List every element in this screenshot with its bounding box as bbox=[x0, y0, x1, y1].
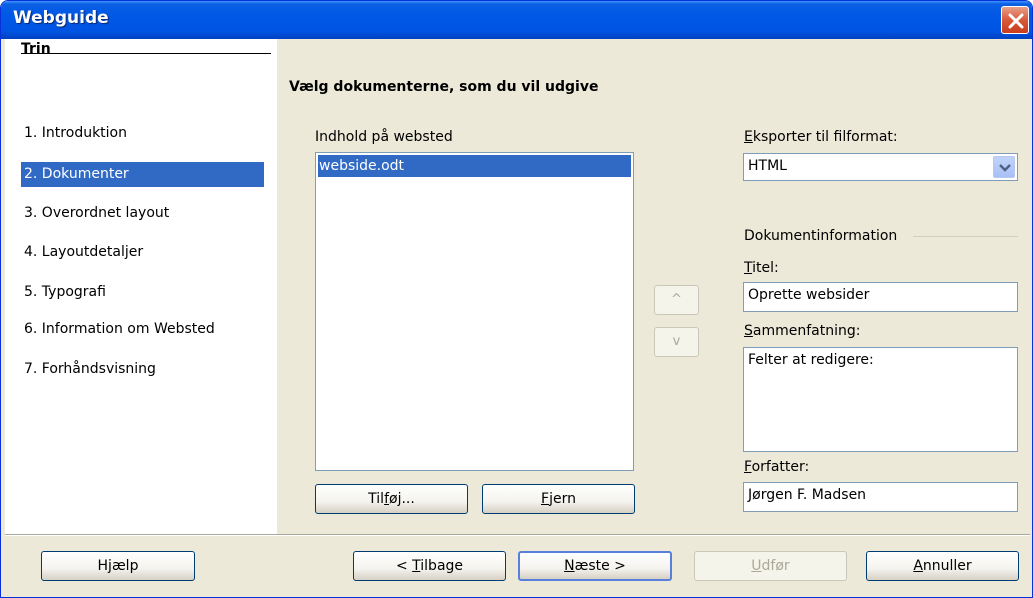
author-label-key: F bbox=[744, 459, 752, 475]
move-down-button[interactable]: v bbox=[654, 327, 699, 357]
author-label: Forfatter: bbox=[744, 459, 809, 475]
title-label-key: T bbox=[744, 260, 753, 276]
chevron-down-icon bbox=[999, 164, 1011, 172]
step-main-layout[interactable]: 3. Overordnet layout bbox=[21, 201, 264, 226]
page-title: Vælg dokumenterne, som du vil udgive bbox=[289, 79, 599, 95]
step-preview[interactable]: 7. Forhåndsvisning bbox=[21, 357, 264, 382]
cancel-button[interactable]: Annuller bbox=[866, 551, 1019, 581]
export-label-post: ksporter til filformat: bbox=[752, 129, 898, 145]
export-label-key: E bbox=[744, 129, 753, 145]
title-field[interactable]: Oprette websider bbox=[743, 282, 1018, 312]
document-info-label: Dokumentinformation bbox=[744, 228, 898, 244]
next-label-key: N bbox=[564, 558, 575, 574]
remove-label-post: jern bbox=[549, 491, 576, 507]
step-introduction[interactable]: 1. Introduktion bbox=[21, 121, 264, 146]
chevron-down-icon: v bbox=[672, 334, 681, 349]
document-list[interactable]: webside.odt bbox=[315, 152, 634, 471]
export-format-value: HTML bbox=[748, 158, 787, 174]
steps-header: Trin bbox=[21, 41, 51, 57]
step-layout-details[interactable]: 4. Layoutdetaljer bbox=[21, 240, 264, 265]
finish-button[interactable]: Udfør bbox=[694, 551, 847, 581]
move-up-button[interactable]: ^ bbox=[654, 285, 699, 315]
content-label: Indhold på websted bbox=[315, 129, 453, 145]
list-item[interactable]: webside.odt bbox=[318, 155, 631, 177]
summary-label: Sammenfatning: bbox=[744, 323, 860, 339]
document-info-divider bbox=[913, 236, 1018, 237]
chevron-up-icon: ^ bbox=[671, 292, 682, 307]
webguide-dialog: Webguide Trin 1. Introduktion 2. Dokumen… bbox=[0, 0, 1033, 598]
title-bar[interactable]: Webguide bbox=[1, 1, 1032, 39]
next-label-post: æste > bbox=[574, 558, 626, 574]
back-label-post: ilbage bbox=[420, 558, 464, 574]
export-format-label: Eksporter til filformat: bbox=[744, 129, 898, 145]
author-label-post: orfatter: bbox=[751, 459, 810, 475]
steps-divider bbox=[21, 53, 271, 54]
back-button[interactable]: < Tilbage bbox=[353, 551, 506, 581]
help-button[interactable]: Hjælp bbox=[41, 551, 195, 581]
help-label-pre: H bbox=[97, 558, 109, 574]
summary-label-post: ammenfatning: bbox=[752, 323, 861, 339]
add-document-button[interactable]: Tilføj... bbox=[315, 484, 468, 514]
step-typography[interactable]: 5. Typografi bbox=[21, 280, 264, 305]
step-documents[interactable]: 2. Dokumenter bbox=[21, 162, 264, 187]
finish-label-key: U bbox=[751, 558, 762, 574]
summary-label-key: S bbox=[744, 323, 753, 339]
export-format-select[interactable]: HTML bbox=[743, 153, 1018, 181]
remove-label-key: F bbox=[541, 491, 550, 507]
cancel-label-post: nnuller bbox=[922, 558, 972, 574]
author-field[interactable]: Jørgen F. Madsen bbox=[743, 482, 1018, 512]
close-button[interactable] bbox=[1001, 6, 1029, 34]
dropdown-button[interactable] bbox=[993, 156, 1015, 178]
close-icon bbox=[1008, 13, 1024, 29]
window-title: Webguide bbox=[13, 8, 109, 28]
step-site-information[interactable]: 6. Information om Websted bbox=[21, 317, 264, 342]
add-label-post: øj... bbox=[389, 491, 415, 507]
summary-textarea[interactable]: Felter at redigere: bbox=[743, 347, 1018, 452]
cancel-label-key: A bbox=[913, 558, 923, 574]
title-label: Titel: bbox=[744, 260, 779, 276]
title-label-post: itel: bbox=[752, 260, 779, 276]
add-label-pre: Til bbox=[368, 491, 385, 507]
help-label-post: ælp bbox=[111, 558, 139, 574]
finish-label-post: dfør bbox=[761, 558, 790, 574]
back-label-pre: < bbox=[395, 558, 413, 574]
remove-document-button[interactable]: Fjern bbox=[482, 484, 635, 514]
footer-divider-highlight bbox=[5, 535, 1030, 536]
next-button[interactable]: Næste > bbox=[518, 551, 672, 581]
